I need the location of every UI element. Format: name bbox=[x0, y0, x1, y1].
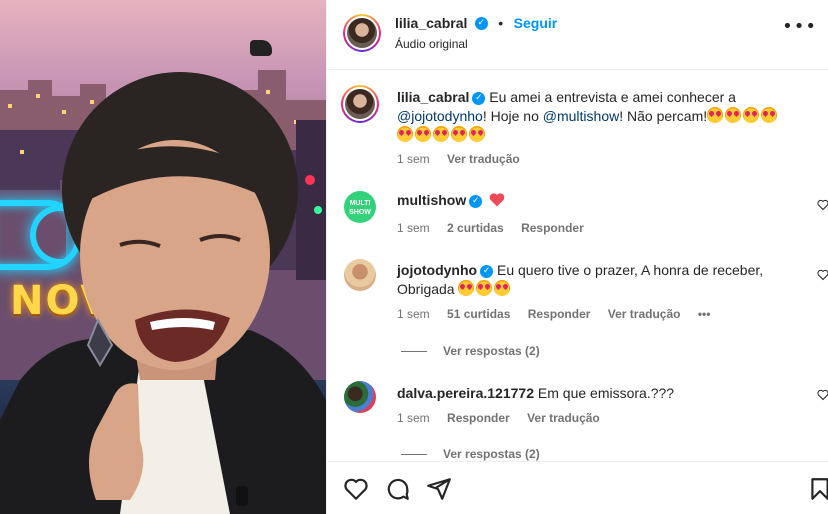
verified-icon: ✓ bbox=[472, 91, 486, 105]
like-icon[interactable] bbox=[343, 476, 369, 502]
translate-button[interactable]: Ver tradução bbox=[608, 307, 681, 321]
heart-eyes-emoji bbox=[761, 107, 778, 123]
verified-icon: ✓ bbox=[474, 17, 488, 31]
replies-divider bbox=[401, 351, 427, 353]
caption-text: lilia_cabral ✓ Eu amei a entrevista e ame… bbox=[397, 88, 807, 145]
author-username[interactable]: lilia_cabral bbox=[395, 15, 467, 31]
comment-time: 1 sem bbox=[397, 411, 430, 425]
caption-body-1: Eu amei a entrevista e amei conhecer a bbox=[489, 89, 736, 105]
original-audio-link[interactable]: Áudio original bbox=[395, 37, 468, 51]
replies-divider bbox=[401, 454, 427, 456]
verified-icon: ✓ bbox=[480, 264, 494, 278]
comment-meta: 1 sem 51 curtidas Responder Ver tradução… bbox=[397, 307, 724, 321]
view-replies-button[interactable]: Ver respostas (2) bbox=[401, 447, 540, 461]
comment-meta: 1 sem Responder Ver tradução bbox=[397, 411, 614, 425]
post-media[interactable]: NOVE bbox=[0, 0, 326, 514]
heart-eyes-emoji bbox=[397, 126, 413, 142]
comment-text: multishow ✓ bbox=[397, 191, 807, 210]
comment-icon[interactable] bbox=[385, 476, 411, 502]
view-replies-button[interactable]: Ver respostas (2) bbox=[401, 344, 540, 358]
heart-eyes-emoji bbox=[707, 107, 724, 123]
jojotodynho-avatar[interactable] bbox=[344, 259, 376, 291]
heart-eyes-emoji bbox=[743, 107, 760, 123]
comment-body: Em que emissora.??? bbox=[537, 385, 675, 401]
heart-eyes-emoji bbox=[458, 280, 475, 296]
caption-meta: 1 sem Ver tradução bbox=[397, 152, 534, 166]
caption-translate-button[interactable]: Ver tradução bbox=[447, 152, 520, 166]
post-actions bbox=[327, 461, 828, 514]
post-side-panel: lilia_cabral ✓ • Seguir Áudio original •… bbox=[326, 0, 828, 514]
separator-dot: • bbox=[498, 15, 504, 31]
caption-avatar[interactable] bbox=[341, 85, 379, 123]
comment-text: dalva.pereira.121772 Em que emissora.??? bbox=[397, 384, 807, 403]
share-icon[interactable] bbox=[426, 476, 452, 502]
multishow-avatar[interactable]: MULTI SHOW bbox=[344, 191, 376, 223]
caption-time: 1 sem bbox=[397, 152, 430, 166]
heart-eyes-emoji bbox=[476, 280, 493, 296]
caption-body-2: ! Hoje no bbox=[482, 108, 543, 124]
comment-username[interactable]: jojotodynho bbox=[397, 262, 477, 278]
view-replies-label[interactable]: Ver respostas (2) bbox=[443, 447, 540, 461]
dalva-avatar[interactable] bbox=[344, 381, 376, 413]
mention-jojotodynho[interactable]: @jojotodynho bbox=[397, 108, 483, 124]
reply-button[interactable]: Responder bbox=[521, 221, 584, 235]
woman-speaking bbox=[0, 72, 326, 514]
comment-username[interactable]: multishow bbox=[397, 192, 466, 208]
more-icon[interactable]: ••• bbox=[782, 16, 817, 37]
translate-button[interactable]: Ver tradução bbox=[527, 411, 600, 425]
save-icon[interactable] bbox=[807, 476, 828, 502]
heart-eyes-emoji bbox=[725, 107, 742, 123]
heart-eyes-emoji bbox=[451, 126, 467, 142]
comment-body: Eu quero tive o prazer, A honra de receb… bbox=[496, 262, 764, 278]
reply-button[interactable]: Responder bbox=[528, 307, 591, 321]
like-comment-icon[interactable] bbox=[817, 269, 828, 281]
post-header: lilia_cabral ✓ • Seguir Áudio original •… bbox=[327, 0, 828, 70]
comment-likes[interactable]: 2 curtidas bbox=[447, 221, 504, 235]
comment-more-icon[interactable]: ••• bbox=[698, 307, 711, 321]
comment-meta: 1 sem 2 curtidas Responder bbox=[397, 221, 598, 235]
comments-list[interactable]: lilia_cabral ✓ Eu amei a entrevista e ame… bbox=[327, 71, 828, 461]
view-replies-label[interactable]: Ver respostas (2) bbox=[443, 344, 540, 358]
heart-eyes-emoji bbox=[469, 126, 485, 142]
heart-eyes-emoji bbox=[433, 126, 449, 142]
comment-likes[interactable]: 51 curtidas bbox=[447, 307, 510, 321]
follow-button[interactable]: Seguir bbox=[514, 15, 558, 31]
heart-eyes-emoji bbox=[494, 280, 511, 296]
comment-time: 1 sem bbox=[397, 221, 430, 235]
author-avatar[interactable] bbox=[343, 14, 381, 52]
heart-icon bbox=[489, 193, 505, 207]
comment-body-2: Obrigada bbox=[397, 281, 455, 297]
caption-username[interactable]: lilia_cabral bbox=[397, 89, 469, 105]
like-comment-icon[interactable] bbox=[817, 199, 828, 211]
like-comment-icon[interactable] bbox=[817, 389, 828, 401]
verified-icon: ✓ bbox=[469, 194, 483, 208]
comment-time: 1 sem bbox=[397, 307, 430, 321]
comment-text: jojotodynho ✓ Eu quero tive o prazer, A h… bbox=[397, 261, 807, 299]
comment-username[interactable]: dalva.pereira.121772 bbox=[397, 385, 534, 401]
mention-multishow[interactable]: @multishow bbox=[543, 108, 619, 124]
reply-button[interactable]: Responder bbox=[447, 411, 510, 425]
heart-eyes-emoji bbox=[415, 126, 431, 142]
caption-body-3: ! Não percam! bbox=[619, 108, 708, 124]
